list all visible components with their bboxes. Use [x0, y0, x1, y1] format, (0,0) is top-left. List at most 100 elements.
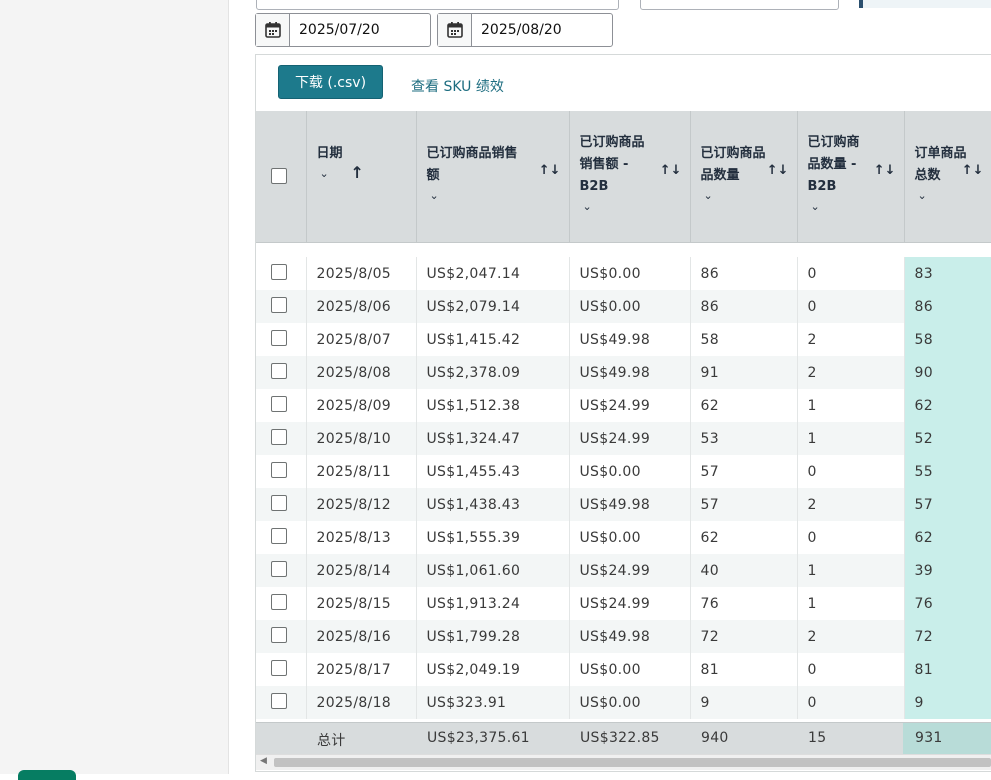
sort-icon[interactable]: ↑↓ — [874, 163, 896, 178]
table-row[interactable]: 2025/8/12US$1,438.43US$49.9857257 — [256, 488, 991, 521]
sales-cell: US$1,324.47 — [416, 422, 569, 455]
sales-b2b-cell: US$49.98 — [569, 488, 690, 521]
row-checkbox[interactable] — [271, 396, 287, 412]
sales-b2b-cell: US$0.00 — [569, 653, 690, 686]
row-checkbox[interactable] — [271, 693, 287, 709]
table-row[interactable]: 2025/8/17US$2,049.19US$0.0081081 — [256, 653, 991, 686]
row-checkbox[interactable] — [271, 297, 287, 313]
sort-icon[interactable]: ↑↓ — [660, 163, 682, 178]
table-row[interactable]: 2025/8/07US$1,415.42US$49.9858258 — [256, 323, 991, 356]
sort-icon[interactable]: ↑↓ — [767, 163, 789, 178]
total-items-cell: 39 — [904, 554, 991, 587]
row-checkbox[interactable] — [271, 594, 287, 610]
tab-area[interactable] — [863, 0, 991, 8]
units-b2b-cell: 0 — [797, 290, 904, 323]
calendar-icon[interactable] — [438, 14, 472, 46]
row-checkbox[interactable] — [271, 627, 287, 643]
units-cell: 76 — [690, 587, 797, 620]
sales-b2b-cell: US$0.00 — [569, 686, 690, 719]
units-b2b-cell: 1 — [797, 587, 904, 620]
date-cell: 2025/8/06 — [306, 290, 416, 323]
download-csv-button[interactable]: 下载 (.csv) — [278, 65, 383, 99]
start-date-field[interactable]: 2025/07/20 — [255, 13, 431, 47]
row-checkbox[interactable] — [271, 330, 287, 346]
sort-ascending-icon[interactable]: ↑ — [351, 163, 364, 182]
sales-cell: US$2,079.14 — [416, 290, 569, 323]
column-header-units[interactable]: 已订购商品品数量⌄ ↑↓ — [690, 111, 797, 243]
sales-cell: US$1,061.60 — [416, 554, 569, 587]
row-checkbox[interactable] — [271, 429, 287, 445]
column-header-total-items[interactable]: 订单商品总数⌄ ↑↓ — [904, 111, 991, 243]
column-header-units-b2b[interactable]: 已订购商品数量 -B2B⌄ ↑↓ — [797, 111, 904, 243]
chevron-down-icon[interactable]: ⌄ — [808, 198, 888, 216]
table-row[interactable]: 2025/8/10US$1,324.47US$24.9953152 — [256, 422, 991, 455]
row-checkbox[interactable] — [271, 660, 287, 676]
table-row[interactable]: 2025/8/05US$2,047.14US$0.0086083 — [256, 257, 991, 290]
table-row[interactable]: 2025/8/14US$1,061.60US$24.9940139 — [256, 554, 991, 587]
calendar-icon[interactable] — [256, 14, 290, 46]
column-header-sales-b2b[interactable]: 已订购商品销售额 -B2B⌄ ↑↓ — [569, 111, 690, 243]
column-header-date[interactable]: 日期⌄ ↑ — [306, 111, 416, 243]
table-row[interactable]: 2025/8/09US$1,512.38US$24.9962162 — [256, 389, 991, 422]
row-checkbox[interactable] — [271, 264, 287, 280]
sku-performance-link[interactable]: 查看 SKU 绩效 — [411, 76, 504, 96]
totals-row: 总计 US$23,375.61 US$322.85 940 15 931 — [256, 722, 991, 754]
row-checkbox[interactable] — [271, 495, 287, 511]
table-row[interactable]: 2025/8/11US$1,455.43US$0.0057055 — [256, 455, 991, 488]
date-cell: 2025/8/10 — [306, 422, 416, 455]
scroll-left-arrow-icon[interactable]: ◀ — [260, 756, 267, 766]
row-checkbox[interactable] — [271, 462, 287, 478]
table-row[interactable]: 2025/8/15US$1,913.24US$24.9976176 — [256, 587, 991, 620]
total-items-cell: 81 — [904, 653, 991, 686]
table-row[interactable]: 2025/8/06US$2,079.14US$0.0086086 — [256, 290, 991, 323]
total-units: 940 — [701, 730, 729, 746]
total-items-cell: 52 — [904, 422, 991, 455]
total-items-cell: 90 — [904, 356, 991, 389]
units-b2b-cell: 1 — [797, 554, 904, 587]
sort-icon[interactable]: ↑↓ — [962, 163, 984, 178]
chevron-down-icon[interactable]: ⌄ — [580, 198, 660, 216]
end-date-value[interactable]: 2025/08/20 — [472, 14, 562, 46]
left-action-button[interactable] — [18, 770, 76, 780]
start-date-value[interactable]: 2025/07/20 — [290, 14, 380, 46]
sales-cell: US$1,438.43 — [416, 488, 569, 521]
left-sidebar — [0, 0, 229, 774]
row-checkbox[interactable] — [271, 561, 287, 577]
chevron-down-icon[interactable]: ⌄ — [915, 187, 991, 205]
column-header-sales[interactable]: 已订购商品销售额⌄ ↑↓ — [416, 111, 569, 243]
sort-icon[interactable]: ↑↓ — [539, 163, 561, 178]
total-items-cell: 62 — [904, 389, 991, 422]
total-items-cell: 62 — [904, 521, 991, 554]
sales-b2b-cell: US$0.00 — [569, 521, 690, 554]
end-date-field[interactable]: 2025/08/20 — [437, 13, 613, 47]
view-select[interactable] — [640, 0, 839, 10]
chevron-down-icon[interactable]: ⌄ — [701, 187, 781, 205]
row-checkbox[interactable] — [271, 363, 287, 379]
units-cell: 9 — [690, 686, 797, 719]
total-items-cell: 76 — [904, 587, 991, 620]
sales-cell: US$1,799.28 — [416, 620, 569, 653]
report-type-select[interactable] — [256, 0, 619, 10]
units-cell: 86 — [690, 290, 797, 323]
row-checkbox[interactable] — [271, 528, 287, 544]
chevron-down-icon[interactable]: ⌄ — [427, 187, 552, 205]
table-row[interactable]: 2025/8/16US$1,799.28US$49.9872272 — [256, 620, 991, 653]
units-b2b-cell: 1 — [797, 389, 904, 422]
table-row[interactable]: 2025/8/08US$2,378.09US$49.9891290 — [256, 356, 991, 389]
table-row[interactable]: 2025/8/13US$1,555.39US$0.0062062 — [256, 521, 991, 554]
date-cell: 2025/8/16 — [306, 620, 416, 653]
sales-cell: US$2,047.14 — [416, 257, 569, 290]
date-cell: 2025/8/13 — [306, 521, 416, 554]
units-cell: 62 — [690, 389, 797, 422]
select-all-checkbox[interactable] — [271, 168, 287, 184]
sales-cell: US$2,049.19 — [416, 653, 569, 686]
total-sales: US$23,375.61 — [427, 730, 530, 746]
scrollbar-thumb[interactable] — [274, 758, 991, 767]
units-b2b-cell: 0 — [797, 686, 904, 719]
horizontal-scrollbar[interactable]: ◀ — [256, 754, 991, 770]
total-items-cell: 83 — [904, 257, 991, 290]
sales-b2b-cell: US$24.99 — [569, 587, 690, 620]
date-cell: 2025/8/09 — [306, 389, 416, 422]
table-row[interactable]: 2025/8/18US$323.91US$0.00909 — [256, 686, 991, 719]
select-all-header — [256, 111, 306, 243]
